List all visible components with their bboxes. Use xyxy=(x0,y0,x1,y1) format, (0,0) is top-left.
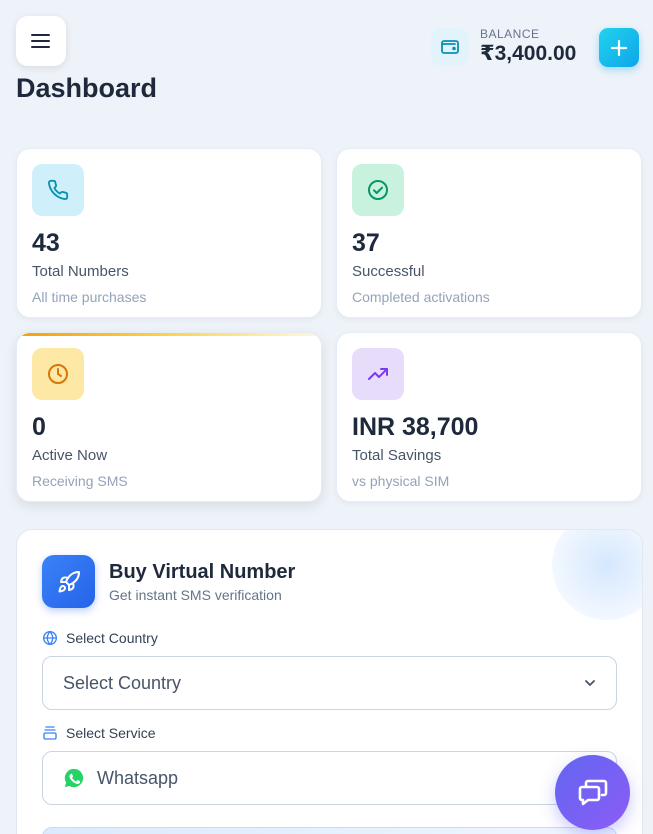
chat-icon xyxy=(578,779,607,805)
wallet-icon xyxy=(431,28,469,66)
page-title: Dashboard xyxy=(16,73,158,103)
whatsapp-icon xyxy=(63,767,85,789)
country-select-value: Select Country xyxy=(63,672,182,693)
service-field-label: Select Service xyxy=(42,725,155,741)
plus-icon xyxy=(610,39,628,56)
stat-label: Total Savings xyxy=(352,447,442,464)
buy-card-subtitle: Get instant SMS verification xyxy=(109,587,282,603)
stat-subtitle: Receiving SMS xyxy=(32,473,128,489)
service-select-value: Whatsapp xyxy=(97,767,179,788)
check-circle-icon xyxy=(352,164,404,216)
chat-support-button[interactable] xyxy=(555,755,630,830)
clock-icon xyxy=(32,348,84,400)
stat-card-successful: 37 Successful Completed activations xyxy=(336,148,642,318)
service-select[interactable]: Whatsapp xyxy=(42,751,617,805)
buy-card-title: Buy Virtual Number xyxy=(109,561,296,583)
buy-virtual-number-card: Buy Virtual Number Get instant SMS verif… xyxy=(16,529,643,834)
country-field-label: Select Country xyxy=(42,630,158,646)
trending-up-icon xyxy=(352,348,404,400)
stat-subtitle: Completed activations xyxy=(352,289,490,305)
balance-label: BALANCE xyxy=(480,27,540,41)
phone-icon xyxy=(32,164,84,216)
balance-value: ₹3,400.00 xyxy=(480,42,577,65)
stat-card-active-now: 0 Active Now Receiving SMS xyxy=(16,332,322,502)
service-label-text: Select Service xyxy=(66,725,156,741)
layers-icon xyxy=(43,726,57,740)
stat-label: Total Numbers xyxy=(32,263,129,280)
chevron-down-icon xyxy=(585,680,595,686)
rocket-icon xyxy=(42,555,95,608)
menu-button[interactable] xyxy=(16,16,66,66)
stat-value: INR 38,700 xyxy=(352,413,479,441)
stat-label: Active Now xyxy=(32,447,108,464)
buy-action-strip[interactable] xyxy=(42,827,617,834)
stat-label: Successful xyxy=(352,263,425,280)
stat-card-total-savings: INR 38,700 Total Savings vs physical SIM xyxy=(336,332,642,502)
hamburger-menu-icon xyxy=(31,34,50,48)
stat-card-total-numbers: 43 Total Numbers All time purchases xyxy=(16,148,322,318)
stat-subtitle: All time purchases xyxy=(32,289,147,305)
stat-value: 0 xyxy=(32,413,46,441)
decorative-glow xyxy=(552,530,642,620)
stat-subtitle: vs physical SIM xyxy=(352,473,450,489)
country-select[interactable]: Select Country xyxy=(42,656,617,710)
stat-value: 43 xyxy=(32,229,60,257)
country-label-text: Select Country xyxy=(66,630,158,646)
globe-icon xyxy=(43,630,57,646)
add-balance-button[interactable] xyxy=(599,28,639,67)
stat-value: 37 xyxy=(352,229,380,257)
